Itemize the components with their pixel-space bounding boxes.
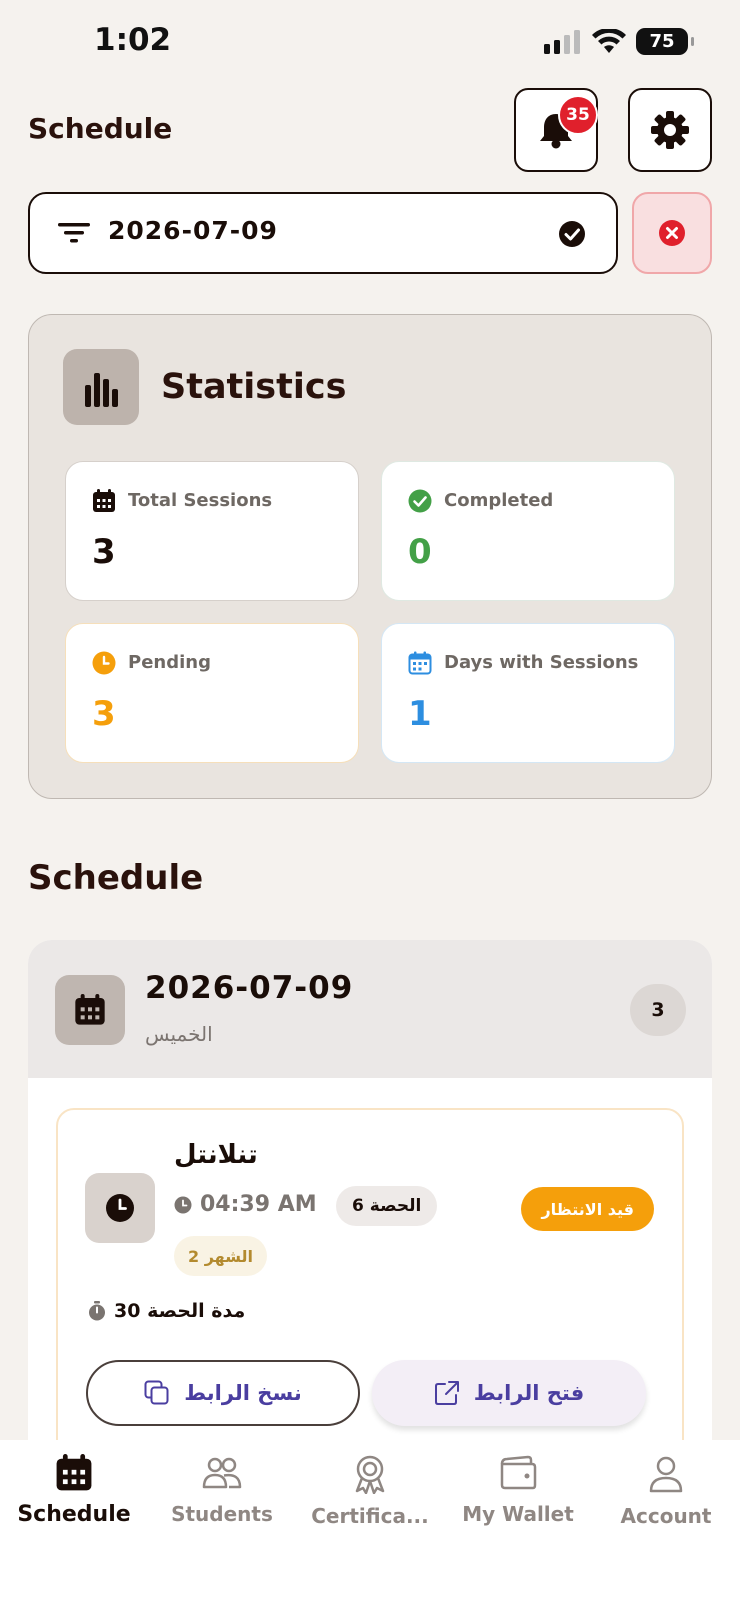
day-group-card: 2026-07-09 الخميس 3 تنلانتل 04:39 AM الح…	[28, 940, 712, 1460]
session-time: 04:39 AM	[174, 1192, 317, 1217]
statistics-card: Statistics Total Sessions 3 Completed 0 …	[28, 314, 712, 799]
stat-pending: Pending 3	[65, 623, 359, 763]
stat-value: 3	[92, 694, 116, 734]
bar-chart-icon	[85, 373, 118, 407]
award-icon	[355, 1455, 385, 1494]
clock-icon	[106, 1194, 134, 1222]
tab-label: Certifica...	[311, 1504, 429, 1528]
stat-label: Completed	[444, 490, 554, 511]
tab-label: Account	[620, 1504, 712, 1528]
clock-icon	[174, 1196, 192, 1213]
gear-icon	[651, 111, 689, 149]
tab-wallet[interactable]: My Wallet	[444, 1454, 592, 1526]
date-filter-field[interactable]: 2026-07-09	[28, 192, 618, 274]
external-link-icon	[434, 1381, 459, 1405]
status-bar: 1:02 75	[0, 0, 740, 90]
check-circle-icon	[408, 489, 432, 513]
session-time-text: 04:39 AM	[200, 1192, 317, 1217]
status-badge: قيد الانتظار	[521, 1187, 654, 1231]
stat-completed: Completed 0	[381, 461, 675, 601]
open-link-button[interactable]: فتح الرابط	[372, 1360, 646, 1426]
tab-account[interactable]: Account	[592, 1454, 740, 1528]
wifi-icon	[592, 28, 626, 53]
clear-filter-button[interactable]	[632, 192, 712, 274]
session-duration-text: 30 مدة الحصة	[114, 1300, 246, 1322]
status-time: 1:02	[94, 22, 172, 58]
day-calendar-box	[55, 975, 125, 1045]
notification-badge: 35	[558, 95, 598, 135]
settings-button[interactable]	[628, 88, 712, 172]
month-chip: الشهر 2	[174, 1236, 267, 1276]
copy-link-label: نسخ الرابط	[184, 1381, 302, 1405]
battery-icon: 75	[636, 28, 694, 55]
battery-level: 75	[649, 31, 675, 52]
bottom-tab-bar: Schedule Students Certifica... My Wallet	[0, 1440, 740, 1600]
stat-value: 3	[92, 532, 116, 572]
calendar-icon	[93, 489, 115, 512]
stat-value: 0	[408, 532, 432, 572]
timer-icon	[89, 1301, 105, 1321]
calendar-icon	[408, 651, 432, 675]
day-header[interactable]: 2026-07-09 الخميس 3	[28, 940, 712, 1078]
tab-label: My Wallet	[462, 1502, 574, 1526]
wallet-icon	[500, 1455, 537, 1490]
day-date: 2026-07-09	[145, 970, 354, 1006]
student-name: تنلانتل	[174, 1140, 258, 1170]
copy-icon	[144, 1380, 169, 1405]
stat-total-sessions: Total Sessions 3	[65, 461, 359, 601]
statistics-title: Statistics	[161, 367, 347, 407]
tab-label: Students	[171, 1502, 273, 1526]
lesson-number-chip: الحصة 6	[336, 1186, 438, 1226]
tab-students[interactable]: Students	[148, 1454, 296, 1526]
tab-certificates[interactable]: Certifica...	[296, 1454, 444, 1528]
filter-icon	[58, 223, 90, 243]
stats-icon-box	[63, 349, 139, 425]
session-card[interactable]: تنلانتل 04:39 AM الحصة 6 الشهر 2 قيد الا…	[56, 1108, 684, 1460]
session-clock-box	[85, 1173, 155, 1243]
signal-icon	[544, 29, 580, 54]
clock-icon	[92, 651, 116, 675]
stat-label: Days with Sessions	[444, 652, 639, 673]
notifications-button[interactable]: 35	[514, 88, 598, 172]
calendar-icon	[56, 1454, 92, 1491]
schedule-section-title: Schedule	[28, 858, 204, 898]
person-icon	[649, 1456, 683, 1493]
stat-label: Pending	[128, 652, 211, 673]
stat-label: Total Sessions	[128, 490, 273, 511]
calendar-icon	[75, 994, 105, 1025]
tab-label: Schedule	[17, 1502, 131, 1527]
copy-link-button[interactable]: نسخ الرابط	[86, 1360, 360, 1426]
stat-value: 1	[408, 694, 432, 734]
close-icon	[659, 220, 685, 246]
page-title: Schedule	[28, 112, 173, 145]
status-icons: 75	[544, 28, 694, 55]
day-weekday: الخميس	[145, 1022, 213, 1046]
people-icon	[202, 1457, 242, 1489]
filter-date-value: 2026-07-09	[108, 216, 278, 245]
check-circle-icon[interactable]	[558, 220, 586, 248]
session-count-badge: 3	[630, 984, 686, 1036]
tab-schedule[interactable]: Schedule	[0, 1454, 148, 1527]
stat-days-with-sessions: Days with Sessions 1	[381, 623, 675, 763]
open-link-label: فتح الرابط	[473, 1381, 585, 1405]
session-duration: 30 مدة الحصة	[88, 1300, 245, 1322]
